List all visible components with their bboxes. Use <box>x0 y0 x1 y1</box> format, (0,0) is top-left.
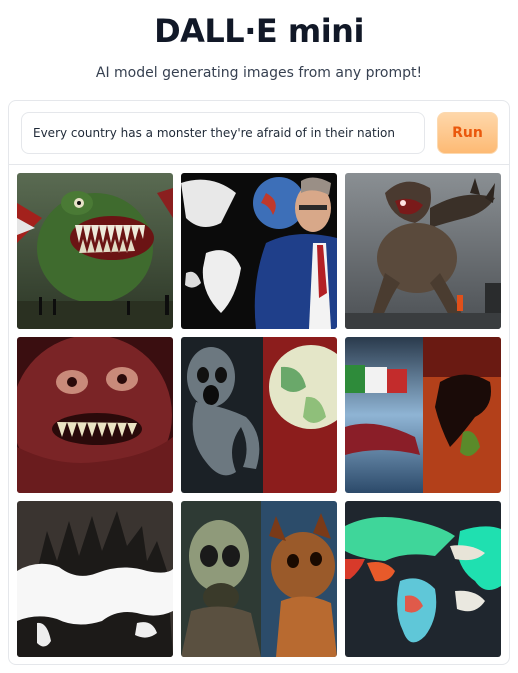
result-image-1[interactable] <box>17 173 173 329</box>
prompt-input[interactable] <box>21 112 425 154</box>
result-image-5[interactable] <box>181 337 337 493</box>
result-image-9[interactable] <box>345 501 501 657</box>
result-image-8[interactable] <box>181 501 337 657</box>
result-image-4[interactable] <box>17 337 173 493</box>
generator-panel: Run <box>8 100 510 665</box>
app-subtitle: AI model generating images from any prom… <box>95 65 423 81</box>
result-image-3[interactable] <box>345 173 501 329</box>
app-title: DALL·E mini <box>154 12 364 50</box>
result-image-6[interactable] <box>345 337 501 493</box>
prompt-row: Run <box>9 101 509 165</box>
result-image-7[interactable] <box>17 501 173 657</box>
run-button[interactable]: Run <box>437 112 498 154</box>
results-grid <box>17 173 503 657</box>
result-image-2[interactable] <box>181 173 337 329</box>
